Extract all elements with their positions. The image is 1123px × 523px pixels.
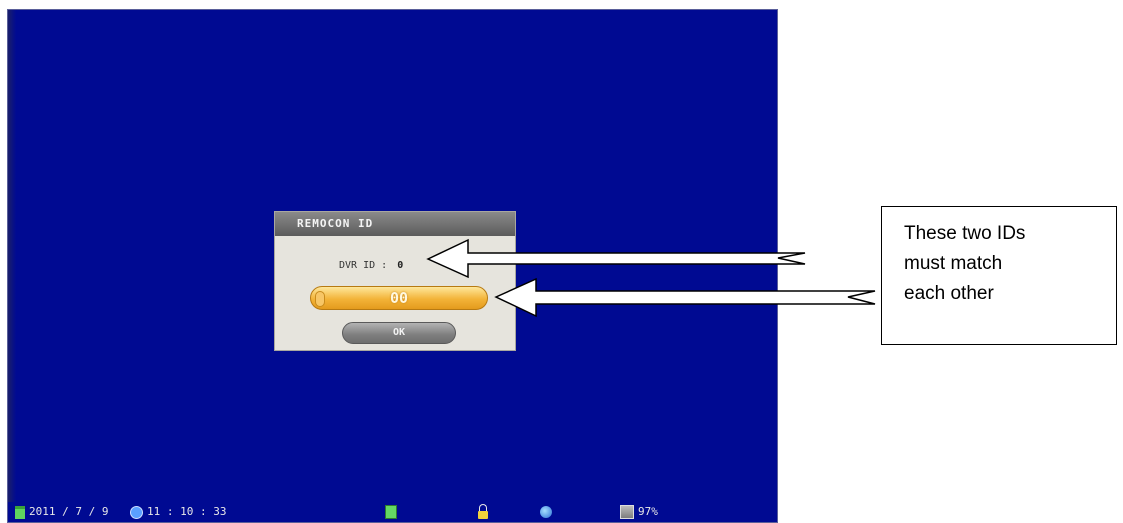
ok-button[interactable]: OK: [342, 322, 456, 344]
date-item: 2011 / 7 / 9: [15, 502, 108, 522]
dvr-id-value: 0: [397, 260, 404, 271]
callout-line: each other: [904, 283, 994, 304]
record-status: [385, 502, 401, 522]
status-bar: 2011 / 7 / 9 11 : 10 : 33 97%: [8, 502, 777, 522]
remocon-id-dialog: REMOCON ID DVR ID : 0 00 OK: [274, 211, 516, 351]
remocon-id-input[interactable]: 00: [310, 286, 488, 310]
callout-line: These two IDs: [904, 223, 1026, 244]
date-text: 2011 / 7 / 9: [29, 505, 109, 518]
remocon-id-value: 00: [389, 289, 409, 307]
time-text: 11 : 10 : 33: [147, 505, 227, 518]
lock-status: [478, 502, 492, 522]
network-icon: [540, 506, 552, 518]
dvr-screen: REMOCON ID DVR ID : 0 00 OK 2011 / 7 / 9…: [7, 9, 778, 523]
record-disk-icon: [385, 505, 397, 519]
time-item: 11 : 10 : 33: [130, 502, 226, 522]
network-status: [540, 502, 556, 522]
screen-bezel: [8, 10, 16, 522]
dvr-id-row: DVR ID : 0: [339, 259, 403, 273]
disk-status: 97%: [620, 502, 658, 522]
calendar-icon: [15, 505, 25, 519]
input-knob-icon: [315, 291, 325, 307]
clock-icon: [130, 505, 143, 519]
disk-usage-text: 97%: [638, 505, 658, 518]
callout-line: must match: [904, 253, 1003, 274]
dialog-title: REMOCON ID: [275, 212, 515, 236]
dvr-id-label: DVR ID :: [339, 260, 388, 271]
lock-icon: [478, 504, 488, 519]
callout-note: These two IDs must match each other: [881, 206, 1117, 345]
hdd-icon: [620, 505, 634, 519]
